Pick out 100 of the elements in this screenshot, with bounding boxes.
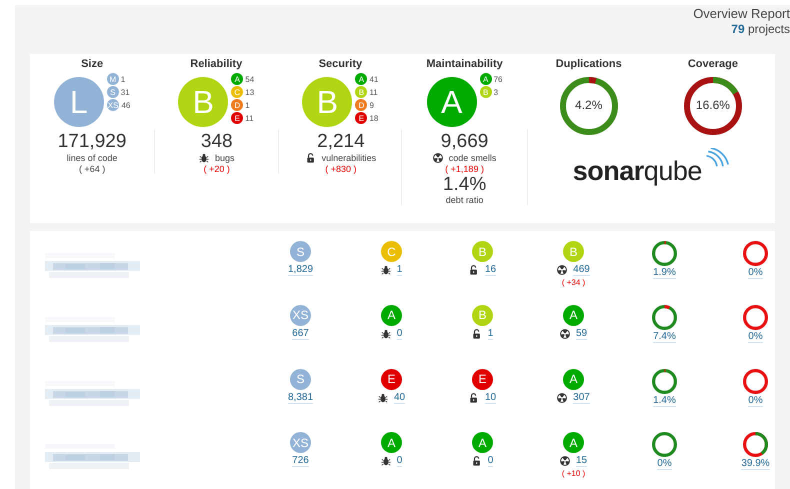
metric-delta: ( +20 ) (204, 164, 230, 174)
grade-count: 31 (120, 88, 130, 96)
metric-link[interactable]: 0 (396, 328, 402, 340)
rating-badge: A (381, 304, 402, 326)
rating-badge: A (563, 368, 584, 390)
metric-link[interactable]: 16 (484, 264, 496, 276)
metric-link[interactable]: 0% (748, 330, 763, 343)
radiation-icon (432, 153, 443, 163)
metric-link[interactable]: 726 (292, 455, 309, 468)
column-title: Size (81, 58, 104, 70)
metric-link[interactable]: 0 (396, 455, 402, 468)
metric-link[interactable]: 59 (576, 328, 588, 340)
metric-link[interactable]: 307 (573, 392, 590, 404)
radiation-icon (560, 328, 570, 339)
grade-count: 1 (120, 74, 126, 84)
rating-badge: E (472, 368, 493, 390)
donut-reading: 4.2% (574, 98, 604, 112)
metric-link[interactable]: 15 (576, 455, 588, 468)
grade-count: 13 (245, 88, 254, 96)
debt-ratio-value: 1.4% (442, 174, 486, 195)
metric-value: 171,929 (58, 131, 126, 153)
column-title: Reliability (190, 58, 242, 70)
donut-reading: 16.6% (694, 98, 731, 112)
grade-badge: C (231, 86, 244, 98)
report-title: Overview Report (693, 6, 790, 21)
metric-link[interactable]: 0% (657, 458, 672, 470)
rating-badge: B (178, 77, 228, 127)
rating-badge: B (472, 241, 493, 262)
metric-link[interactable]: 1.9% (653, 267, 676, 279)
metric-link[interactable]: 667 (292, 328, 309, 340)
rating-badge: C (381, 241, 402, 262)
metric-link[interactable]: 1 (488, 328, 494, 340)
rating-badge: L (54, 77, 104, 127)
donut-chart (743, 432, 768, 458)
metric-link[interactable]: 0% (748, 267, 763, 279)
unlocked-padlock-icon (468, 392, 479, 402)
metric-link[interactable]: 40 (394, 392, 406, 404)
metric-delta: ( +34 ) (562, 278, 586, 287)
metric-link[interactable]: 1 (396, 264, 402, 276)
metric-delta: ( +830 ) (325, 164, 357, 174)
grade-badge: E (355, 112, 368, 124)
rating-badge: A (563, 432, 584, 454)
metric-label: bugs (214, 153, 234, 163)
donut-chart (652, 432, 677, 458)
metric-label: vulnerabilities (322, 153, 376, 163)
rating-badge: A (381, 432, 402, 454)
metric-link[interactable]: 7.4% (653, 330, 676, 343)
metric-link[interactable]: 10 (484, 392, 496, 404)
radiation-icon (560, 456, 570, 466)
grade-count: 9 (369, 100, 374, 110)
unlocked-padlock-icon (472, 328, 482, 339)
bug-icon (380, 456, 391, 466)
grade-count: 1 (245, 100, 250, 110)
grade-badge: XS (106, 99, 120, 111)
project-count: 79 projects (731, 22, 790, 36)
rating-badge: S (290, 241, 311, 262)
grade-badge: E (231, 112, 244, 124)
metric-link[interactable]: 1.4% (653, 394, 676, 406)
column-title: Maintainability (426, 58, 503, 70)
metric-link[interactable]: 39.9% (741, 458, 770, 470)
grade-badge: B (355, 86, 368, 98)
metric-delta: ( +10 ) (562, 469, 586, 478)
donut-chart (652, 241, 677, 266)
unlocked-padlock-icon (472, 456, 482, 466)
donut-chart (652, 368, 677, 394)
rating-badge: B (563, 241, 584, 262)
metric-link[interactable]: 1,829 (288, 264, 314, 276)
grade-badge: B (480, 86, 492, 98)
donut-chart (560, 77, 618, 135)
grade-badge: A (480, 73, 492, 85)
grade-count: 41 (369, 74, 378, 84)
grade-count: 76 (494, 74, 503, 84)
unlocked-padlock-icon (306, 153, 316, 163)
metric-value: 348 (200, 131, 233, 153)
grade-badge: M (106, 73, 119, 85)
metric-link[interactable]: 469 (573, 264, 590, 276)
grade-badge: D (231, 99, 244, 111)
rating-badge: B (302, 77, 352, 127)
metric-label: lines of code (66, 153, 118, 163)
sonarqube-logo: sonarqube (526, 136, 775, 223)
bug-icon (378, 392, 388, 402)
grade-badge: D (355, 99, 368, 111)
rating-badge: E (381, 368, 402, 390)
unlocked-padlock-icon (468, 265, 479, 275)
radiation-icon (557, 392, 568, 402)
donut-chart (743, 241, 768, 266)
metric-value: 2,214 (317, 131, 365, 153)
debt-ratio-label: debt ratio (446, 195, 484, 205)
radiation-icon (557, 265, 568, 275)
metric-link[interactable]: 0% (748, 394, 763, 406)
metric-link[interactable]: 8,381 (288, 392, 314, 404)
metric-value: 9,669 (440, 131, 488, 153)
metric-link[interactable]: 0 (488, 455, 494, 468)
donut-chart (743, 368, 768, 394)
grade-count: 11 (245, 114, 254, 122)
grade-count: 46 (121, 100, 130, 110)
rating-badge: A (472, 432, 493, 454)
grade-badge: A (231, 73, 244, 85)
rating-badge: B (472, 304, 493, 326)
column-title: Coverage (688, 58, 738, 70)
